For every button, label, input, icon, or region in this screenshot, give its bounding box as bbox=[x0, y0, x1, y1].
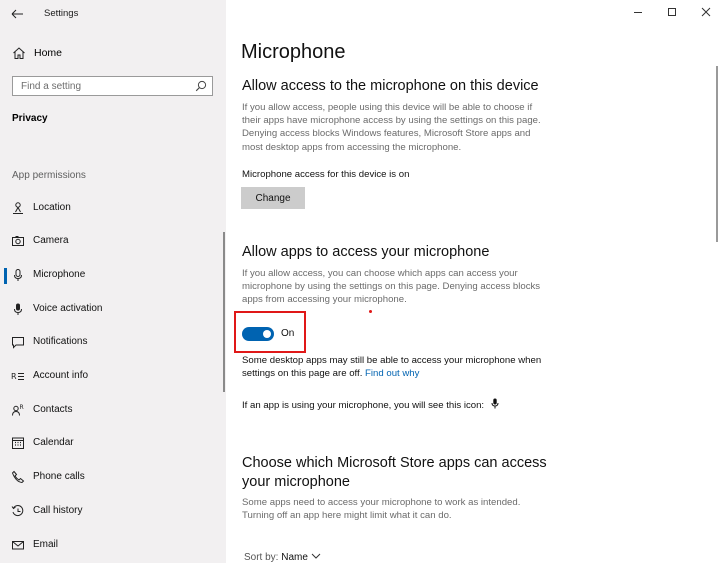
main-scrollbar[interactable] bbox=[716, 66, 718, 242]
home-label: Home bbox=[34, 47, 63, 59]
sidebar-item-voice-activation[interactable]: Voice activation bbox=[0, 299, 226, 321]
back-arrow-icon bbox=[11, 9, 23, 19]
page-title: Microphone bbox=[241, 41, 346, 63]
apps-access-heading: Allow apps to access your microphone bbox=[242, 244, 490, 260]
sidebar-item-account-info[interactable]: R Account info bbox=[0, 366, 226, 388]
store-apps-heading: Choose which Microsoft Store apps can ac… bbox=[242, 455, 547, 490]
minimize-button[interactable] bbox=[628, 3, 648, 21]
sidebar-item-email[interactable]: Email bbox=[0, 535, 226, 557]
search-icon[interactable] bbox=[195, 80, 207, 92]
sidebar-item-label: Phone calls bbox=[33, 471, 85, 482]
contacts-icon: R bbox=[12, 404, 24, 416]
sidebar-item-label: Location bbox=[33, 202, 71, 213]
active-indicator bbox=[4, 268, 7, 284]
annotation-highlight-box bbox=[234, 311, 306, 353]
find-out-why-link[interactable]: Find out why bbox=[365, 368, 419, 379]
app-title: Settings bbox=[44, 8, 79, 19]
mic-in-use-text: If an app is using your microphone, you … bbox=[242, 400, 485, 411]
back-button[interactable] bbox=[6, 4, 28, 24]
sidebar-item-location[interactable]: Location bbox=[0, 198, 226, 220]
sidebar-item-microphone[interactable]: Microphone bbox=[0, 265, 226, 287]
search-input[interactable]: Find a setting bbox=[12, 76, 213, 96]
sidebar-item-phone-calls[interactable]: Phone calls bbox=[0, 467, 226, 489]
svg-text:R: R bbox=[20, 404, 24, 411]
location-icon bbox=[13, 202, 23, 214]
sidebar-scrollbar[interactable] bbox=[223, 232, 225, 392]
annotation-dot bbox=[369, 310, 372, 313]
minimize-icon bbox=[634, 12, 642, 13]
sidebar-item-label: Account info bbox=[33, 370, 89, 381]
sidebar-item-label: Microphone bbox=[33, 269, 86, 280]
sort-by-dropdown[interactable]: Sort by: Name bbox=[244, 552, 321, 563]
sidebar-item-camera[interactable]: Camera bbox=[0, 231, 226, 253]
sidebar-item-label: Calendar bbox=[33, 437, 74, 448]
maximize-button[interactable] bbox=[662, 3, 682, 21]
sidebar-item-contacts[interactable]: R Contacts bbox=[0, 400, 226, 422]
title-bar: Settings bbox=[0, 2, 226, 26]
section-heading-privacy: Privacy bbox=[12, 113, 48, 124]
device-access-heading: Allow access to the microphone on this d… bbox=[242, 78, 539, 94]
device-access-status: Microphone access for this device is on bbox=[242, 169, 410, 180]
store-apps-description: Some apps need to access your microphone… bbox=[242, 497, 521, 522]
sidebar-item-label: Camera bbox=[33, 235, 69, 246]
sidebar-item-label: Contacts bbox=[33, 404, 73, 415]
device-access-description: If you allow access, people using this d… bbox=[242, 102, 541, 153]
camera-icon bbox=[12, 236, 24, 246]
main-content: Microphone Allow access to the microphon… bbox=[226, 0, 720, 563]
close-icon bbox=[701, 7, 711, 17]
maximize-icon bbox=[668, 8, 676, 16]
sidebar-item-calendar[interactable]: Calendar bbox=[0, 433, 226, 455]
chevron-down-icon bbox=[311, 553, 321, 559]
email-icon bbox=[12, 541, 24, 550]
sort-by-value: Name bbox=[281, 552, 308, 563]
sidebar-item-call-history[interactable]: Call history bbox=[0, 501, 226, 523]
sidebar-item-label: Voice activation bbox=[33, 303, 103, 314]
microphone-in-use-icon bbox=[491, 398, 499, 409]
sidebar-item-label: Email bbox=[33, 539, 59, 550]
voice-activation-icon bbox=[14, 303, 22, 315]
sidebar-item-notifications[interactable]: Notifications bbox=[0, 332, 226, 354]
search-placeholder: Find a setting bbox=[21, 81, 82, 92]
svg-text:R: R bbox=[11, 372, 17, 381]
close-button[interactable] bbox=[696, 3, 716, 21]
sidebar-item-label: Notifications bbox=[33, 336, 88, 347]
phone-icon bbox=[11, 470, 25, 484]
home-nav-item[interactable]: Home bbox=[12, 44, 212, 64]
apps-access-description: If you allow access, you can choose whic… bbox=[242, 268, 541, 306]
group-label-app-permissions: App permissions bbox=[12, 170, 86, 181]
microphone-icon bbox=[14, 269, 22, 281]
desktop-apps-note: Some desktop apps may still be able to a… bbox=[242, 354, 562, 380]
calendar-icon bbox=[12, 437, 24, 449]
call-history-icon bbox=[11, 505, 24, 516]
mic-in-use-note: If an app is using your microphone, you … bbox=[242, 398, 499, 412]
sidebar-item-label: Call history bbox=[33, 505, 83, 516]
sort-by-prefix: Sort by: bbox=[244, 552, 279, 563]
notifications-icon bbox=[12, 337, 24, 349]
change-button[interactable]: Change bbox=[241, 187, 305, 209]
home-icon bbox=[13, 47, 25, 59]
account-info-icon: R bbox=[11, 372, 24, 381]
sidebar: Settings Home Find a setting Privacy App… bbox=[0, 0, 226, 563]
